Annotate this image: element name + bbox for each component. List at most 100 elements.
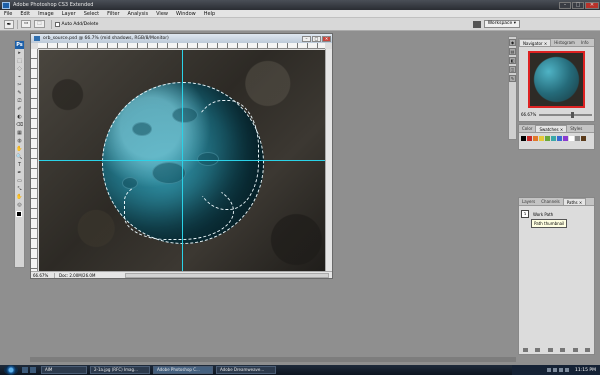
brush-tool-icon[interactable]: ✎ — [15, 90, 24, 97]
tab-swatches[interactable]: Swatches × — [535, 125, 568, 132]
workspace-scrollbar[interactable] — [30, 357, 516, 362]
new-path-icon[interactable] — [572, 348, 578, 352]
document-size-info[interactable]: Doc: 2.00M/26.0M — [55, 273, 95, 278]
tab-info[interactable]: Info — [578, 39, 592, 46]
task-photoshop[interactable]: Adobe Photoshop C... — [153, 366, 213, 374]
swatch-chip[interactable] — [581, 136, 586, 141]
tab-styles[interactable]: Styles — [567, 125, 585, 132]
quick-mask-icon[interactable]: ◎ — [15, 202, 24, 209]
gradient-tool-icon[interactable]: ▦ — [15, 130, 24, 137]
menu-select[interactable]: Select — [80, 11, 103, 17]
hand-tool-icon[interactable]: ✋ — [15, 146, 24, 153]
type-tool-icon[interactable]: T — [15, 162, 24, 169]
task-dreamweaver[interactable]: Adobe Dreamweave... — [216, 366, 276, 374]
image-canvas[interactable] — [39, 50, 325, 273]
quick-launch-icon[interactable] — [22, 367, 28, 373]
tray-icon[interactable] — [547, 368, 551, 372]
dock-button[interactable]: ◧ — [509, 57, 516, 64]
dock-button[interactable]: ◆ — [509, 39, 516, 46]
start-button[interactable] — [4, 365, 18, 375]
fill-path-icon[interactable] — [522, 348, 528, 352]
clock[interactable]: 11:15 PM — [575, 368, 596, 373]
doc-close-button[interactable]: ✕ — [322, 35, 331, 42]
zoom-slider-knob[interactable] — [570, 111, 574, 118]
tab-paths[interactable]: Paths × — [562, 198, 587, 205]
dock-button[interactable]: ✎ — [509, 75, 516, 82]
zoom-slider[interactable] — [539, 111, 592, 118]
menu-view[interactable]: View — [152, 11, 172, 17]
close-button[interactable]: ✕ — [585, 1, 599, 9]
dodge-tool-icon[interactable]: ◐ — [15, 114, 24, 121]
swatch-chip[interactable] — [527, 136, 532, 141]
vertical-scrollbar[interactable] — [325, 49, 332, 273]
delete-path-icon[interactable] — [585, 348, 591, 352]
dock-button[interactable]: ◫ — [509, 66, 516, 73]
path-name[interactable]: Work Path — [533, 212, 553, 217]
document-title-bar[interactable]: orb_source.psd @ 66.7% (mid shadows, RGB… — [31, 34, 332, 43]
foreground-color[interactable] — [16, 211, 22, 217]
menu-image[interactable]: Image — [34, 11, 58, 17]
swatch-chip[interactable] — [521, 136, 526, 141]
path-selection-tool-icon[interactable]: ⤡ — [15, 186, 24, 193]
workspace-dropdown[interactable]: Workspace ▾ — [483, 20, 520, 28]
bridge-icon[interactable] — [472, 20, 481, 28]
tray-icon[interactable] — [553, 368, 557, 372]
tab-histogram[interactable]: Histogram — [551, 39, 578, 46]
shape-tool-icon[interactable]: ▭ — [15, 178, 24, 185]
navigator-thumbnail[interactable] — [528, 51, 585, 108]
move-tool-icon[interactable]: ▸ — [15, 50, 24, 57]
stroke-path-icon[interactable] — [535, 348, 541, 352]
lasso-tool-icon[interactable]: ◌ — [15, 66, 24, 73]
menu-file[interactable]: File — [0, 11, 16, 17]
history-brush-tool-icon[interactable]: ✐ — [15, 106, 24, 113]
volume-icon[interactable] — [565, 368, 569, 372]
zoom-level[interactable]: 66.67% — [31, 272, 55, 278]
doc-maximize-button[interactable]: □ — [312, 35, 321, 42]
swatch-chip[interactable] — [551, 136, 556, 141]
color-swatches[interactable] — [15, 211, 24, 223]
zoom-tool-icon[interactable]: 🔍 — [15, 154, 24, 161]
swatch-chip[interactable] — [557, 136, 562, 141]
make-work-path-icon[interactable] — [560, 348, 566, 352]
tray-icon[interactable] — [559, 368, 563, 372]
vertical-guide[interactable] — [182, 50, 183, 273]
magic-wand-tool-icon[interactable]: ⌁ — [15, 74, 24, 81]
menu-layer[interactable]: Layer — [58, 11, 80, 17]
swatch-chip[interactable] — [545, 136, 550, 141]
minimize-button[interactable]: – — [559, 1, 571, 9]
shape-mode-button[interactable]: ⬚ — [34, 20, 45, 28]
blur-tool-icon[interactable]: ◍ — [15, 138, 24, 145]
swatch-chip[interactable] — [533, 136, 538, 141]
path-row[interactable]: ɿ Work Path — [519, 206, 594, 218]
shadow-selection[interactable] — [124, 180, 234, 240]
path-mode-button[interactable]: ▭ — [21, 20, 32, 28]
quick-launch-icon[interactable] — [30, 367, 36, 373]
vertical-ruler[interactable] — [31, 49, 38, 271]
horizontal-scrollbar[interactable] — [125, 272, 329, 278]
menu-window[interactable]: Window — [172, 11, 200, 17]
menu-edit[interactable]: Edit — [16, 11, 34, 17]
tab-navigator[interactable]: Navigator × — [519, 39, 552, 46]
pen-tool-icon[interactable]: ✒ — [15, 170, 24, 177]
tab-layers[interactable]: Layers — [519, 198, 538, 205]
maximize-button[interactable]: □ — [572, 1, 584, 9]
swatch-chip[interactable] — [575, 136, 580, 141]
swatch-chip[interactable] — [539, 136, 544, 141]
crop-tool-icon[interactable]: ✂ — [15, 82, 24, 89]
navigator-zoom[interactable]: 66.67% — [521, 112, 539, 117]
swatch-chip[interactable] — [563, 136, 568, 141]
hand-tool-icon[interactable]: ✋ — [15, 194, 24, 201]
dock-button[interactable]: ▤ — [509, 48, 516, 55]
menu-filter[interactable]: Filter — [103, 11, 123, 17]
tab-channels[interactable]: Channels — [538, 198, 563, 205]
menu-help[interactable]: Help — [200, 11, 219, 17]
path-thumbnail[interactable]: ɿ — [521, 210, 529, 218]
stamp-tool-icon[interactable]: ⎚ — [15, 98, 24, 105]
navigator-view-box[interactable] — [530, 53, 583, 106]
tab-color[interactable]: Color — [519, 125, 535, 132]
doc-minimize-button[interactable]: – — [302, 35, 311, 42]
load-selection-icon[interactable] — [547, 348, 553, 352]
horizontal-ruler[interactable] — [38, 43, 325, 49]
auto-add-delete-checkbox[interactable] — [54, 21, 60, 27]
task-image-viewer[interactable]: 2-1a.jpg (RFC) Imag... — [90, 366, 150, 374]
